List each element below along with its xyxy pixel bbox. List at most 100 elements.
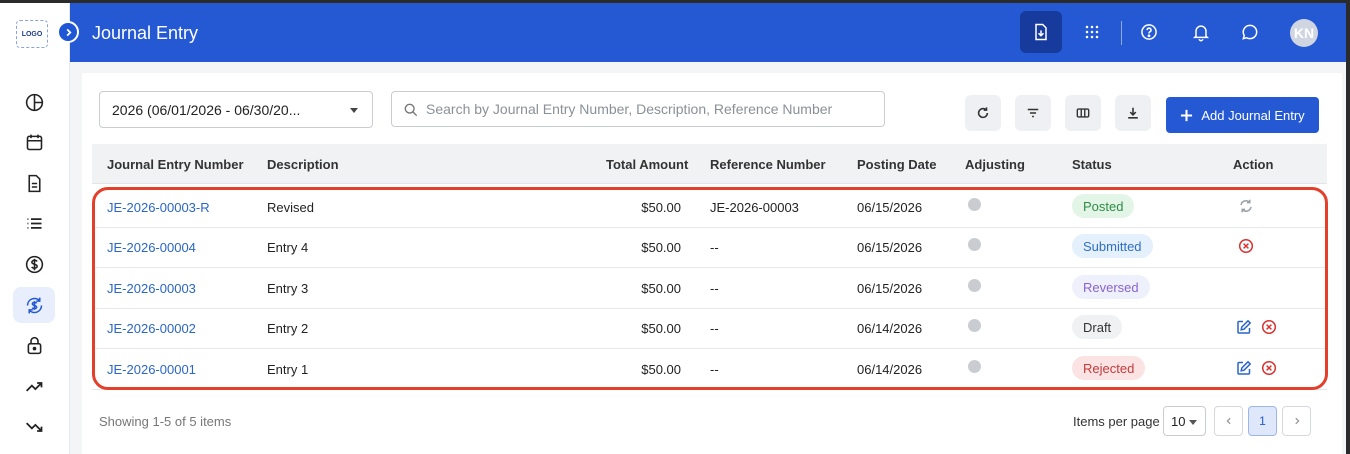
lock-icon [27, 336, 41, 354]
reference-cell: -- [710, 362, 719, 377]
journal-entry-link[interactable]: JE-2026-00003 [107, 281, 196, 296]
chevron-right-icon [66, 28, 72, 36]
columns-icon [1076, 108, 1090, 118]
download-icon [1128, 107, 1138, 119]
cancel-button[interactable] [1261, 319, 1277, 335]
cancel-button[interactable] [1238, 238, 1254, 254]
adjusting-indicator [968, 198, 981, 211]
description-cell: Entry 3 [267, 281, 309, 296]
posting-date-cell: 06/15/2026 [857, 200, 923, 215]
document-icon [27, 174, 41, 192]
sidebar-item-expense[interactable] [13, 409, 55, 445]
sync-icon [1240, 199, 1252, 213]
trending-up-icon [25, 381, 42, 391]
trending-down-icon [25, 422, 42, 432]
sidebar: LOGO [0, 3, 70, 454]
search-input[interactable] [426, 101, 884, 117]
edit-icon [1237, 319, 1252, 334]
dollar-icon [25, 255, 43, 273]
sidebar-item-list[interactable] [13, 205, 55, 241]
chat-icon [1242, 24, 1258, 40]
edit-button[interactable] [1236, 360, 1252, 376]
cancel-icon [1261, 360, 1277, 376]
page-title: Journal Entry [92, 23, 199, 43]
sidebar-item-dashboard[interactable] [13, 84, 55, 120]
adjusting-indicator [968, 279, 981, 292]
top-header: Journal Entry KN [70, 3, 1346, 62]
column-header[interactable]: Action [1233, 157, 1273, 172]
edit-button[interactable] [1236, 319, 1252, 335]
columns-button[interactable] [1065, 95, 1101, 131]
sidebar-item-security[interactable] [13, 327, 55, 363]
items-per-page-select[interactable]: 10 [1163, 406, 1206, 436]
sidebar-item-income[interactable] [13, 368, 55, 404]
column-header[interactable]: Status [1072, 157, 1112, 172]
next-page-button[interactable] [1282, 406, 1311, 436]
help-icon [1141, 24, 1157, 40]
app-window: LOGO Journal Entry KN 2026 (06/01/2026 -… [0, 3, 1346, 454]
description-cell: Entry 2 [267, 321, 309, 336]
column-header[interactable]: Reference Number [710, 157, 826, 172]
status-badge: Draft [1072, 315, 1123, 339]
items-per-page-value: 10 [1171, 413, 1186, 429]
caret-down-icon [1189, 420, 1197, 425]
column-header[interactable]: Adjusting [965, 157, 1025, 172]
reference-cell: -- [710, 321, 719, 336]
sidebar-item-calendar[interactable] [13, 124, 55, 160]
cancel-icon [1238, 238, 1254, 254]
export-button[interactable] [1115, 95, 1151, 131]
caret-down-icon [350, 108, 358, 113]
journal-entry-link[interactable]: JE-2026-00002 [107, 321, 196, 336]
posting-date-cell: 06/14/2026 [857, 362, 923, 377]
bell-icon [1192, 25, 1210, 42]
sidebar-expand-button[interactable] [57, 21, 79, 43]
column-header[interactable]: Total Amount [606, 157, 688, 172]
sidebar-item-documents[interactable] [13, 165, 55, 201]
plus-icon [1181, 109, 1193, 121]
user-avatar[interactable]: KN [1290, 19, 1318, 47]
apps-menu-button[interactable] [1071, 11, 1113, 53]
page-button-current[interactable]: 1 [1248, 406, 1277, 436]
reference-cell: -- [710, 281, 719, 296]
adjusting-indicator [968, 238, 981, 251]
add-journal-entry-button[interactable]: Add Journal Entry [1166, 97, 1319, 133]
table-row[interactable]: JE-2026-00002 Entry 2 $50.00 -- 06/14/2026 Dr… [92, 308, 1327, 349]
table-row[interactable]: JE-2026-00001 Entry 1 $50.00 -- 06/14/2026 Re… [92, 349, 1327, 390]
notifications-button[interactable] [1180, 11, 1222, 53]
journal-entry-panel: 2026 (06/01/2026 - 06/30/20... Add Journ… [82, 73, 1342, 454]
reference-cell: JE-2026-00003 [710, 200, 799, 215]
reference-cell: -- [710, 240, 719, 255]
import-icon [1035, 23, 1047, 41]
posting-date-cell: 06/14/2026 [857, 321, 923, 336]
cancel-button[interactable] [1261, 360, 1277, 376]
period-select[interactable]: 2026 (06/01/2026 - 06/30/20... [99, 91, 373, 128]
chevron-right-icon [1294, 417, 1300, 425]
adjusting-indicator [968, 319, 981, 332]
prev-page-button[interactable] [1214, 406, 1243, 436]
column-header[interactable]: Description [267, 157, 339, 172]
search-box [391, 91, 885, 127]
table-row[interactable]: JE-2026-00004 Entry 4 $50.00 -- 06/15/2026 Su… [92, 227, 1327, 268]
calendar-icon [26, 134, 42, 150]
status-badge: Reversed [1072, 275, 1150, 299]
journal-entry-link[interactable]: JE-2026-00004 [107, 240, 196, 255]
import-button[interactable] [1020, 11, 1062, 53]
column-header[interactable]: Journal Entry Number [107, 157, 244, 172]
status-badge: Posted [1072, 194, 1135, 218]
refresh-button[interactable] [965, 95, 1001, 131]
journal-entry-link[interactable]: JE-2026-00003-R [107, 200, 210, 215]
filter-icon [1027, 108, 1039, 118]
adjusting-indicator [968, 360, 981, 373]
journal-entry-link[interactable]: JE-2026-00001 [107, 362, 196, 377]
sidebar-item-journal-entry[interactable] [13, 287, 55, 323]
search-icon [404, 103, 418, 117]
amount-cell: $50.00 [641, 240, 681, 255]
filter-button[interactable] [1015, 95, 1051, 131]
chat-button[interactable] [1229, 11, 1271, 53]
help-button[interactable] [1128, 11, 1170, 53]
table-row[interactable]: JE-2026-00003 Entry 3 $50.00 -- 06/15/2026 Re… [92, 268, 1327, 309]
sync-button[interactable] [1238, 198, 1254, 214]
table-row[interactable]: JE-2026-00003-R Revised $50.00 JE-2026-0000… [92, 187, 1327, 228]
sidebar-item-finance[interactable] [13, 246, 55, 282]
column-header[interactable]: Posting Date [857, 157, 936, 172]
